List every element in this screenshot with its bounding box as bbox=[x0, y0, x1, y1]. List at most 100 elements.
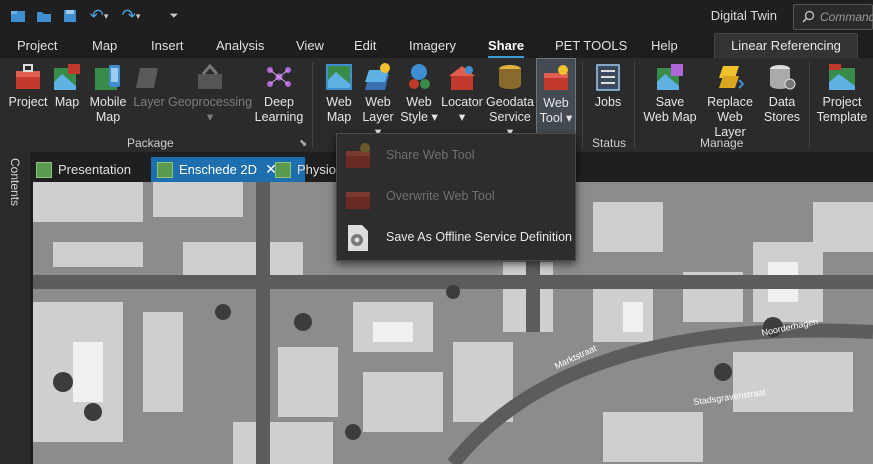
share-web-layer-button[interactable]: Web Layer ▾ bbox=[358, 58, 398, 139]
button-label: Map bbox=[54, 95, 80, 109]
web-tool-dropdown-menu: Share Web Tool Overwrite Web Tool Save A… bbox=[336, 133, 576, 261]
doc-tab-label: Presentation bbox=[58, 162, 131, 177]
tab-pet-tools[interactable]: PET TOOLS bbox=[555, 38, 627, 53]
group-launcher-icon[interactable]: ⬊ bbox=[299, 138, 307, 149]
jobs-icon bbox=[593, 62, 623, 92]
tab-view[interactable]: View bbox=[296, 38, 324, 53]
tab-help[interactable]: Help bbox=[651, 38, 678, 53]
map-package-icon bbox=[52, 62, 82, 92]
contents-label: Contents bbox=[8, 158, 22, 207]
mobile-map-icon bbox=[93, 62, 123, 92]
tab-edit[interactable]: Edit bbox=[354, 38, 376, 53]
web-style-icon bbox=[404, 62, 434, 92]
share-web-style-button[interactable]: Web Style ▾ bbox=[399, 58, 439, 136]
button-label: Replace bbox=[707, 95, 753, 109]
group-label-package: Package bbox=[127, 136, 174, 150]
redo-icon[interactable]: ↷ ▾ bbox=[118, 6, 144, 26]
button-label: ▾ bbox=[206, 110, 214, 124]
geodata-service-icon bbox=[495, 62, 525, 92]
share-locator-button[interactable]: Locator ▾ bbox=[440, 58, 484, 136]
new-project-icon[interactable] bbox=[8, 6, 28, 26]
menu-item-label: Share Web Tool bbox=[386, 148, 475, 162]
contents-side-panel[interactable]: Contents bbox=[0, 152, 30, 464]
package-map-button[interactable]: Map bbox=[52, 58, 82, 136]
package-mobile-map-button[interactable]: Mobile Map bbox=[86, 58, 130, 136]
manage-data-stores-button[interactable]: Data Stores bbox=[762, 58, 802, 136]
customize-qat-icon[interactable]: ⏷ bbox=[164, 6, 184, 26]
button-label: Locator bbox=[441, 95, 483, 109]
button-label: Project bbox=[8, 95, 48, 109]
tab-imagery[interactable]: Imagery bbox=[409, 38, 456, 53]
menu-item-label: Overwrite Web Tool bbox=[386, 189, 495, 203]
service-definition-icon bbox=[343, 223, 373, 253]
map-view-icon bbox=[157, 161, 173, 178]
share-web-tool-icon bbox=[343, 141, 373, 171]
tab-project[interactable]: Project bbox=[17, 38, 57, 53]
button-label: Geodata bbox=[486, 95, 534, 109]
package-layer-button[interactable]: Layer bbox=[132, 58, 166, 136]
save-web-map-icon bbox=[655, 62, 685, 92]
share-geodata-service-button[interactable]: Geodata Service ▾ bbox=[486, 58, 534, 139]
menu-item-share-web-tool[interactable]: Share Web Tool bbox=[337, 136, 575, 176]
project-package-icon bbox=[13, 62, 43, 92]
web-layer-icon bbox=[363, 62, 393, 92]
layer-package-icon bbox=[134, 62, 164, 92]
group-label-status: Status bbox=[592, 136, 627, 150]
web-tool-icon bbox=[541, 63, 571, 93]
tab-analysis[interactable]: Analysis bbox=[216, 38, 264, 53]
button-label: Style ▾ bbox=[400, 110, 438, 124]
button-label: Template bbox=[816, 110, 868, 124]
doc-tab-physiol[interactable]: Physiol bbox=[275, 157, 339, 182]
share-web-map-button[interactable]: Web Map bbox=[320, 58, 358, 136]
button-label: Data bbox=[768, 95, 796, 109]
map-view-icon bbox=[275, 161, 291, 178]
geoprocessing-icon bbox=[195, 62, 225, 92]
save-icon[interactable] bbox=[60, 6, 80, 26]
button-label: Layer bbox=[133, 95, 165, 109]
web-map-icon bbox=[324, 62, 354, 92]
replace-web-layer-icon bbox=[715, 62, 745, 92]
button-label: Map bbox=[326, 110, 352, 124]
button-label: Web Map bbox=[643, 110, 697, 124]
button-label: Mobile bbox=[89, 95, 127, 109]
doc-tab-presentation[interactable]: Presentation bbox=[36, 157, 148, 182]
package-project-button[interactable]: Project bbox=[6, 58, 50, 136]
open-folder-icon[interactable] bbox=[34, 6, 54, 26]
map-view-icon bbox=[36, 161, 52, 178]
button-label: Web bbox=[365, 95, 391, 109]
menu-item-overwrite-web-tool[interactable]: Overwrite Web Tool bbox=[337, 177, 575, 217]
button-label: Stores bbox=[763, 110, 801, 124]
package-deep-learning-button[interactable]: Deep Learning bbox=[254, 58, 304, 136]
status-jobs-button[interactable]: Jobs bbox=[588, 58, 628, 136]
button-label: Web bbox=[543, 96, 569, 110]
overwrite-web-tool-icon bbox=[343, 182, 373, 212]
tab-share[interactable]: Share bbox=[488, 38, 525, 58]
button-label: Save bbox=[655, 95, 685, 109]
deep-learning-icon bbox=[264, 62, 294, 92]
button-label: Deep bbox=[264, 95, 294, 109]
menu-item-save-offline-sd[interactable]: Save As Offline Service Definition bbox=[337, 218, 575, 258]
command-search-input[interactable]: Command bbox=[793, 4, 873, 30]
menu-item-label: Save As Offline Service Definition bbox=[386, 230, 572, 244]
project-template-button[interactable]: Project Template bbox=[814, 58, 870, 136]
manage-save-web-map-button[interactable]: Save Web Map bbox=[640, 58, 700, 136]
tab-linear-referencing[interactable]: Linear Referencing bbox=[714, 33, 858, 59]
group-divider bbox=[312, 62, 313, 148]
group-label-manage: Manage bbox=[700, 136, 744, 150]
package-geoprocessing-button[interactable]: Geoprocessing ▾ bbox=[168, 58, 252, 136]
button-label: Learning bbox=[254, 110, 304, 124]
manage-replace-web-layer-button[interactable]: Replace Web Layer bbox=[700, 58, 760, 139]
command-search-placeholder: Command bbox=[820, 10, 873, 24]
button-label: Tool ▾ bbox=[539, 111, 573, 125]
doc-tab-label: Physiol bbox=[297, 162, 339, 177]
app-title: Digital Twin bbox=[710, 8, 777, 23]
locator-icon bbox=[447, 62, 477, 92]
doc-tab-label: Enschede 2D bbox=[179, 162, 258, 177]
undo-icon[interactable]: ↶ ▾ bbox=[86, 6, 112, 26]
tab-insert[interactable]: Insert bbox=[151, 38, 184, 53]
share-web-tool-button[interactable]: Web Tool ▾ bbox=[536, 58, 576, 138]
group-divider bbox=[582, 62, 583, 148]
button-label: ▾ bbox=[458, 110, 466, 124]
group-divider bbox=[634, 62, 635, 148]
tab-map[interactable]: Map bbox=[92, 38, 117, 53]
